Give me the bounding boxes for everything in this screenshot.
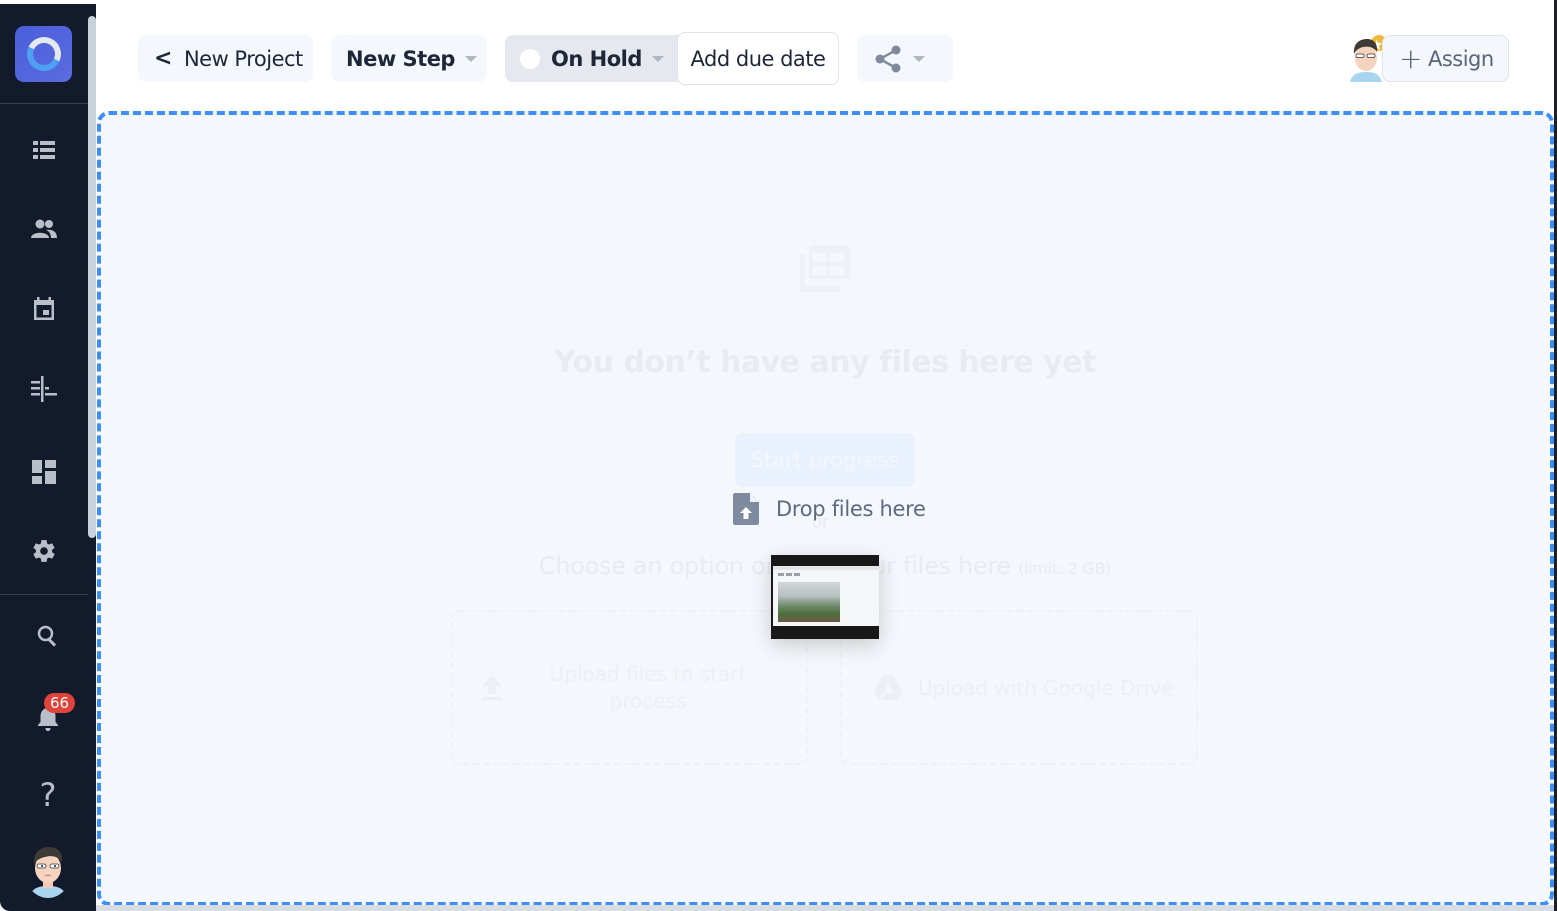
calendar-icon	[34, 297, 54, 320]
caret-down-icon	[651, 55, 664, 62]
drop-files-label: Drop files here	[776, 497, 926, 521]
assign-button[interactable]: + Assign	[1382, 35, 1509, 82]
preview-photo	[778, 582, 840, 622]
preview-toolbar	[773, 566, 879, 570]
logo-ring-icon	[21, 32, 66, 76]
upload-files-label: Upload files to start process	[549, 661, 747, 713]
dragged-file-preview	[771, 555, 879, 639]
empty-state-title: You don’t have any files here yet	[554, 345, 1096, 380]
help-icon: ?	[39, 776, 57, 814]
preview-button	[794, 573, 800, 576]
preview-screen	[773, 566, 879, 626]
gear-icon	[33, 540, 55, 562]
empty-files-icon	[800, 245, 850, 292]
sidebar-item-calendar[interactable]	[26, 291, 62, 327]
share-dropdown[interactable]	[857, 35, 953, 82]
google-drive-icon	[874, 674, 902, 700]
caret-down-icon	[913, 55, 925, 62]
sidebar-item-dashboard[interactable]	[26, 454, 62, 490]
plus-icon: +	[1399, 42, 1422, 75]
bottom-strip	[96, 905, 1557, 911]
user-avatar[interactable]	[24, 842, 72, 898]
project-name: New Project	[183, 46, 303, 71]
status-indicator-icon	[520, 48, 540, 69]
upload-icon	[482, 674, 502, 700]
file-upload-icon	[733, 493, 759, 525]
app-logo[interactable]	[15, 26, 72, 82]
sidebar-item-list[interactable]	[26, 132, 62, 168]
timeline-icon	[31, 376, 57, 402]
upload-files-option[interactable]: Upload files to start process	[451, 610, 808, 765]
preview-button	[778, 573, 784, 576]
sidebar-divider	[0, 594, 88, 595]
back-to-project-button[interactable]: < New Project	[138, 35, 313, 82]
list-icon	[33, 141, 55, 159]
due-date-label: Add due date	[690, 46, 826, 71]
start-progress-button[interactable]: Start progress	[735, 433, 915, 487]
preview-button	[786, 573, 792, 576]
top-bar: < New Project New Step On Hold Add due d…	[96, 0, 1557, 110]
caret-down-icon	[464, 55, 477, 62]
assign-label: Assign	[1427, 46, 1494, 71]
sidebar-item-settings[interactable]	[26, 533, 62, 569]
sidebar-scrollbar[interactable]	[88, 16, 96, 538]
sidebar-item-team[interactable]	[26, 211, 62, 247]
sidebar-item-help[interactable]: ?	[30, 776, 66, 814]
sidebar-divider	[0, 103, 88, 104]
notification-badge: 66	[44, 693, 75, 713]
status-dropdown[interactable]: On Hold	[505, 35, 680, 82]
people-icon	[31, 219, 57, 238]
add-due-date-button[interactable]: Add due date	[677, 32, 839, 85]
step-dropdown[interactable]: New Step	[331, 35, 487, 82]
chevron-left-icon: <	[154, 46, 172, 71]
sidebar: 66 ?	[0, 4, 96, 911]
share-icon	[875, 45, 901, 72]
size-limit-label: (limit: 2 GB)	[1018, 559, 1112, 578]
google-drive-option[interactable]: Upload with Google Drive	[840, 610, 1198, 765]
sidebar-item-timeline[interactable]	[26, 371, 62, 407]
search-icon	[37, 625, 57, 647]
dashboard-icon	[32, 460, 56, 484]
google-drive-label: Upload with Google Drive	[918, 675, 1174, 700]
avatar-image	[29, 847, 67, 898]
status-label: On Hold	[551, 46, 642, 71]
drop-files-indicator: Drop files here	[733, 492, 926, 526]
step-name: New Step	[346, 46, 455, 71]
app-window: 66 ? < New Project New Step On Hold Add …	[0, 0, 1557, 911]
sidebar-item-search[interactable]	[30, 618, 66, 654]
